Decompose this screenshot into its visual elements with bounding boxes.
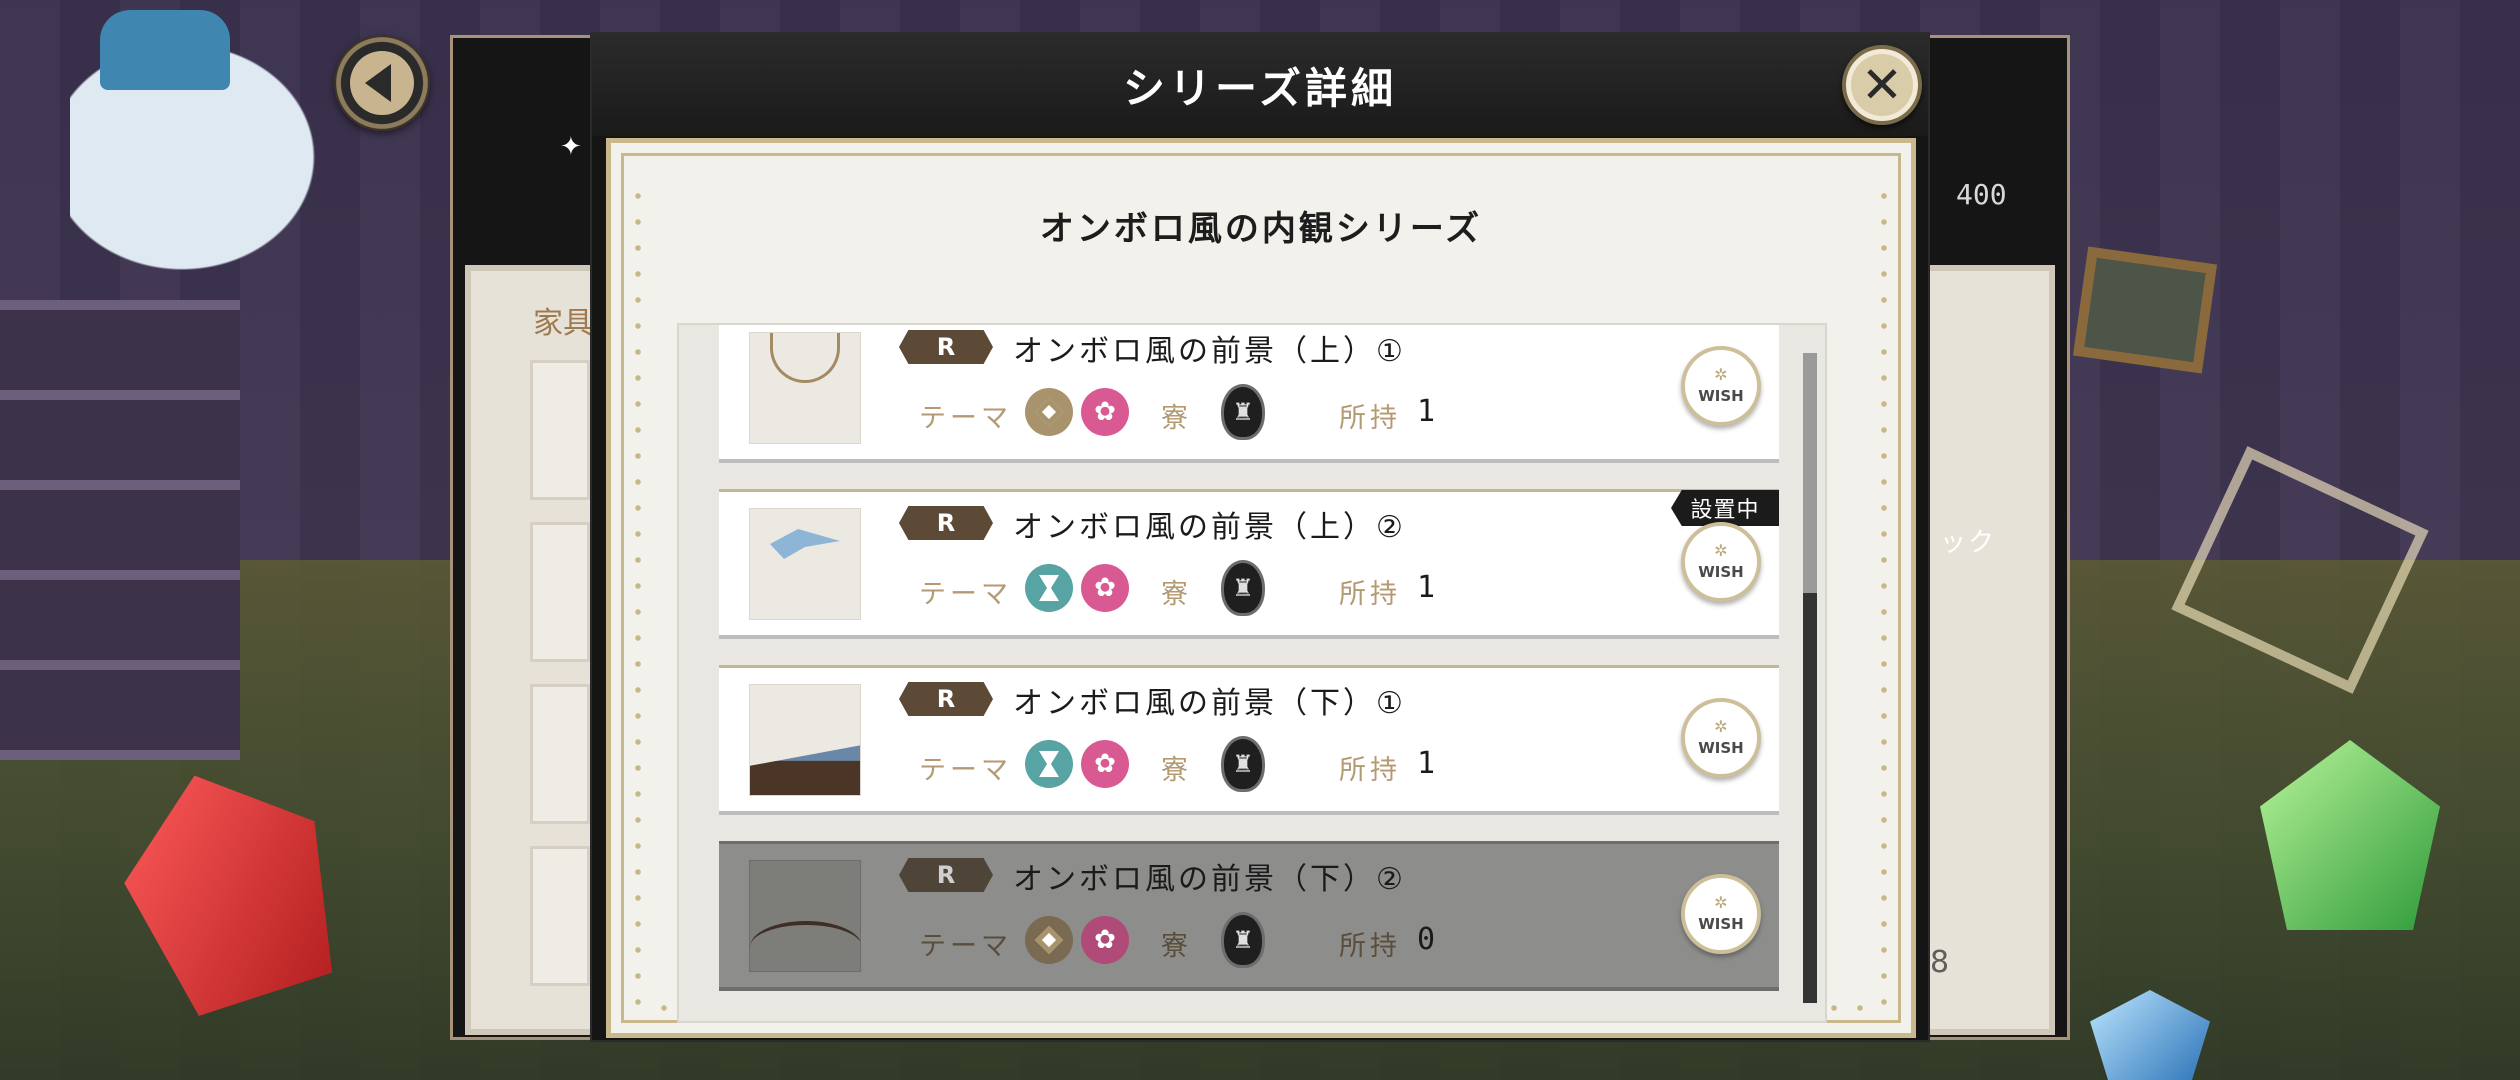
bench-image [750,745,860,795]
dorm-label: 寮 [1161,755,1192,786]
owned-label: 所持 [1339,579,1401,610]
theme-label: テーマ [919,755,1012,786]
underlying-row [530,684,590,824]
close-button[interactable]: ✕ [1842,45,1922,125]
rarity-badge: R [899,682,993,716]
ghost-hat [100,10,230,90]
furniture-item[interactable]: R オンボロ風の前景（上）① テーマ ✿ 寮 ♜ 所持 1 ✲ WISH [719,325,1779,463]
wish-button[interactable]: ✲ WISH [1681,698,1761,778]
item-name: オンボロ風の前景（上）① [1013,334,1406,369]
item-thumbnail [749,332,861,444]
underlying-row [530,522,590,662]
diamond-icon [1025,916,1073,964]
flower-icon: ✿ [1081,740,1129,788]
bridge-image [750,921,860,971]
wish-button[interactable]: ✲ WISH [1681,522,1761,602]
owned-label: 所持 [1339,755,1401,786]
underlying-tab-label: 家具 [533,306,593,341]
modal-body: オンボロ風の内観シリーズ R オンボロ風の前景（上）① テーマ ✿ 寮 ♜ 所持 [606,138,1916,1038]
series-detail-modal: シリーズ詳細 ✕ オンボロ風の内観シリーズ R オンボロ風の前景（上）① テーマ [590,32,1930,1042]
wish-label: WISH [1698,739,1744,757]
series-title: オンボロ風の内観シリーズ [1039,209,1483,249]
item-name: オンボロ風の前景（下）② [1013,862,1406,897]
owned-label: 所持 [1339,403,1401,434]
dorm-label: 寮 [1161,579,1192,610]
dotted-border-left [635,183,641,1013]
sparkle-icon: ✲ [1714,365,1728,384]
dorm-label: 寮 [1161,931,1192,962]
wish-button[interactable]: ✲ WISH [1681,874,1761,954]
bookshelf-decoration [0,300,240,760]
item-thumbnail [749,860,861,972]
modal-header: シリーズ詳細 [592,34,1928,136]
underlying-row [530,846,590,986]
sparkle-icon: ✦ [560,132,582,162]
item-thumbnail [749,508,861,620]
dorm-crest-icon: ♜ [1221,736,1265,792]
underlying-row [530,360,590,500]
chandelier-image [770,333,840,383]
rarity-badge: R [899,330,993,364]
wish-label: WISH [1698,563,1744,581]
item-name: オンボロ風の前景（上）② [1013,510,1406,545]
theme-label: テーマ [919,403,1012,434]
wish-label: WISH [1698,387,1744,405]
sparkle-icon: ✲ [1714,717,1728,736]
dorm-crest-icon: ♜ [1221,384,1265,440]
owned-count: 1 [1417,394,1436,429]
back-arrow-icon [365,64,391,102]
rarity-badge: R [899,858,993,892]
wish-button[interactable]: ✲ WISH [1681,346,1761,426]
rarity-badge: R [899,506,993,540]
close-icon: ✕ [1861,56,1903,114]
modal-title: シリーズ詳細 [1123,63,1397,113]
installed-badge: 設置中 [1671,490,1779,526]
owned-count: 1 [1417,570,1436,605]
dotted-border-right [1881,183,1887,1013]
list-scrollbar[interactable] [1803,353,1817,1003]
item-name: オンボロ風の前景（下）① [1013,686,1406,721]
flower-icon: ✿ [1081,916,1129,964]
hourglass-icon [1025,740,1073,788]
back-button-face [350,51,414,115]
furniture-item[interactable]: R オンボロ風の前景（下）② テーマ ✿ 寮 ♜ 所持 0 ✲ WISH [719,841,1779,991]
owned-count: 1 [1417,746,1436,781]
flower-icon: ✿ [1081,388,1129,436]
picture-frame-decoration [2072,246,2218,374]
underlying-stub-count: 8 [1930,945,1950,980]
dorm-crest-icon: ♜ [1221,912,1265,968]
sparkle-icon: ✲ [1714,541,1728,560]
underlying-count: 400 [1956,178,2007,211]
wish-label: WISH [1698,915,1744,933]
furniture-list-inner: R オンボロ風の前景（上）① テーマ ✿ 寮 ♜ 所持 1 ✲ WISH 設置中… [719,325,1779,1017]
flower-icon: ✿ [1081,564,1129,612]
owned-label: 所持 [1339,931,1401,962]
dorm-label: 寮 [1161,403,1192,434]
furniture-item[interactable]: R オンボロ風の前景（下）① テーマ ✿ 寮 ♜ 所持 1 ✲ WISH [719,665,1779,815]
list-scrollbar-thumb[interactable] [1803,353,1817,593]
sparkle-icon: ✲ [1714,893,1728,912]
underlying-side-label: ック [1940,528,1997,558]
dorm-crest-icon: ♜ [1221,560,1265,616]
bird-image [770,529,840,559]
item-thumbnail [749,684,861,796]
theme-label: テーマ [919,579,1012,610]
furniture-list[interactable]: R オンボロ風の前景（上）① テーマ ✿ 寮 ♜ 所持 1 ✲ WISH 設置中… [677,323,1827,1023]
theme-label: テーマ [919,931,1012,962]
owned-count: 0 [1417,922,1436,957]
diamond-icon [1025,388,1073,436]
furniture-item[interactable]: 設置中 R オンボロ風の前景（上）② テーマ ✿ 寮 ♜ 所持 1 ✲ WISH [719,489,1779,639]
back-button[interactable] [334,35,430,131]
hourglass-icon [1025,564,1073,612]
